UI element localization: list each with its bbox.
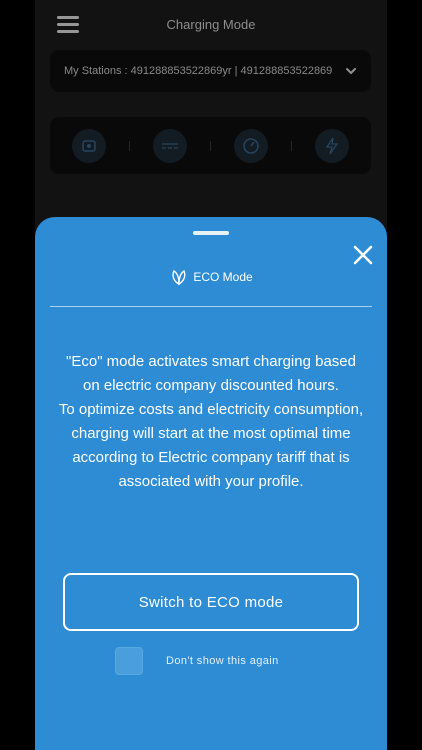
leaf-icon: [172, 269, 186, 286]
dont-show-again-checkbox[interactable]: [115, 647, 143, 675]
close-icon[interactable]: [353, 245, 373, 265]
eco-description: "Eco" mode activates smart charging base…: [57, 350, 365, 494]
dont-show-again-row: Don't show this again: [115, 647, 279, 675]
divider: [50, 306, 372, 307]
description-paragraph: "Eco" mode activates smart charging base…: [66, 353, 356, 394]
sheet-title: ECO Mode: [193, 270, 253, 284]
sheet-grabber[interactable]: [193, 231, 229, 235]
sheet-header: ECO Mode: [35, 267, 387, 287]
switch-to-eco-button[interactable]: Switch to ECO mode: [63, 573, 359, 631]
eco-mode-sheet: ECO Mode "Eco" mode activates smart char…: [35, 217, 387, 750]
dont-show-again-label: Don't show this again: [166, 655, 279, 667]
description-paragraph: To optimize costs and electricity consum…: [58, 401, 364, 490]
